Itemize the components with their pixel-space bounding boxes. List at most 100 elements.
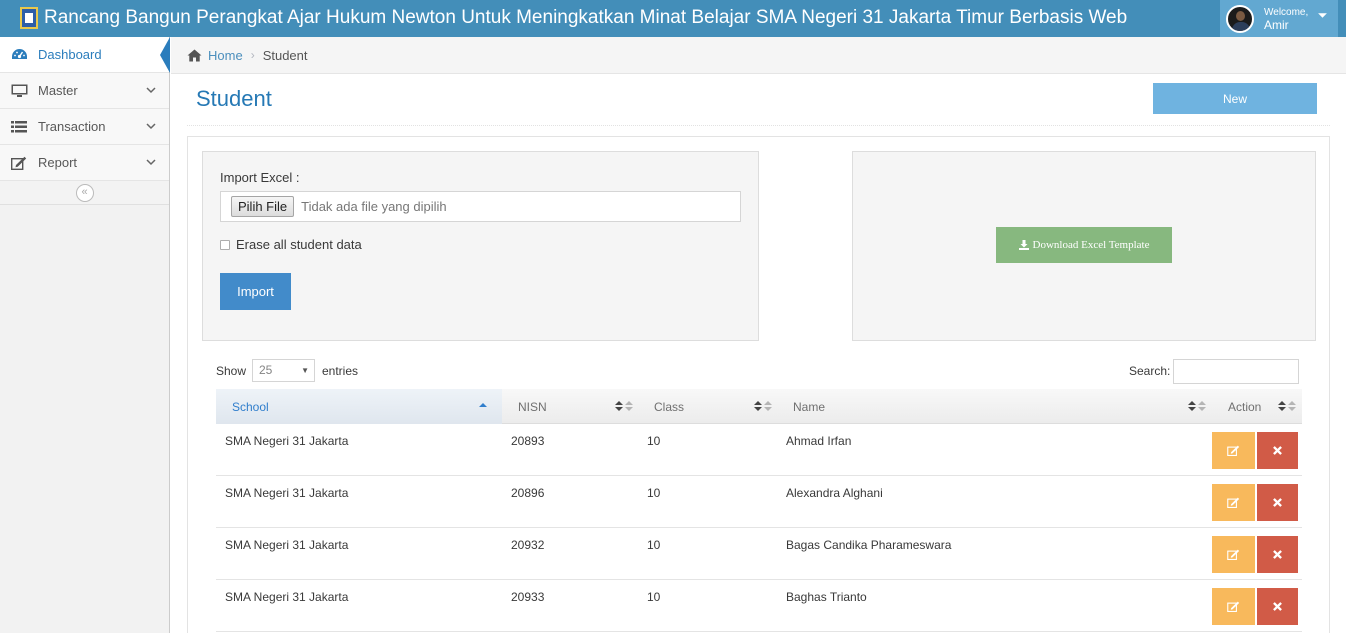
close-icon bbox=[1273, 602, 1282, 611]
file-name-text: Tidak ada file yang dipilih bbox=[301, 199, 447, 214]
breadcrumb-home-label: Home bbox=[208, 47, 243, 63]
import-button[interactable]: Import bbox=[220, 273, 291, 310]
sort-icon bbox=[1198, 401, 1206, 411]
cell-class: 10 bbox=[647, 486, 661, 500]
edit-icon bbox=[1227, 445, 1240, 456]
breadcrumb-current: Student bbox=[262, 47, 308, 63]
entries-label: entries bbox=[322, 364, 359, 378]
header-divider bbox=[187, 125, 1330, 126]
file-input[interactable]: Pilih File Tidak ada file yang dipilih bbox=[220, 191, 741, 222]
desktop-icon bbox=[10, 83, 28, 99]
sidebar-item-dashboard[interactable]: Dashboard bbox=[0, 37, 170, 73]
cell-name: Alexandra Alghani bbox=[786, 486, 883, 500]
sort-icon bbox=[1188, 401, 1196, 411]
user-menu[interactable]: Welcome, Amir bbox=[1220, 0, 1338, 37]
import-excel-label: Import Excel : bbox=[220, 170, 300, 185]
column-header-action[interactable]: Action bbox=[1216, 389, 1302, 424]
cell-school: SMA Negeri 31 Jakarta bbox=[225, 434, 349, 448]
close-icon bbox=[1273, 446, 1282, 455]
edit-button[interactable] bbox=[1212, 536, 1255, 573]
table-row: SMA Negeri 31 Jakarta 20893 10 Ahmad Irf… bbox=[216, 424, 1302, 476]
dashboard-icon bbox=[10, 47, 28, 63]
caret-down-icon bbox=[1317, 10, 1328, 24]
close-icon bbox=[1273, 498, 1282, 507]
sort-icon bbox=[625, 401, 633, 411]
breadcrumb: Home › Student bbox=[171, 37, 1346, 74]
user-info: Welcome, Amir bbox=[1264, 7, 1308, 31]
table-header: School NISN Class Name Action bbox=[216, 389, 1302, 424]
cell-class: 10 bbox=[647, 590, 661, 604]
sort-icon bbox=[1288, 401, 1296, 411]
sidebar-item-report[interactable]: Report bbox=[0, 145, 169, 181]
search-label: Search: bbox=[1129, 364, 1171, 378]
sort-icon bbox=[615, 401, 623, 411]
app-brand[interactable]: Rancang Bangun Perangkat Ajar Hukum Newt… bbox=[20, 4, 1127, 32]
double-chevron-left-icon[interactable]: « bbox=[75, 183, 94, 202]
cell-name: Baghas Trianto bbox=[786, 590, 867, 604]
chevron-down-icon bbox=[145, 84, 157, 96]
choose-file-button[interactable]: Pilih File bbox=[231, 196, 295, 217]
erase-checkbox[interactable] bbox=[220, 239, 230, 250]
cell-school: SMA Negeri 31 Jakarta bbox=[225, 538, 349, 552]
sort-icon bbox=[1278, 401, 1286, 411]
chevron-down-icon bbox=[145, 120, 157, 132]
caret-down-icon: ▼ bbox=[301, 366, 309, 375]
list-icon bbox=[10, 119, 28, 135]
breadcrumb-separator-icon: › bbox=[250, 48, 255, 62]
edit-icon bbox=[1227, 601, 1240, 612]
sort-asc-icon bbox=[479, 403, 487, 407]
delete-button[interactable] bbox=[1257, 484, 1298, 521]
table-row: SMA Negeri 31 Jakarta 20896 10 Alexandra… bbox=[216, 476, 1302, 528]
app-title: Rancang Bangun Perangkat Ajar Hukum Newt… bbox=[44, 7, 1128, 28]
table-row: SMA Negeri 31 Jakarta 20933 10 Baghas Tr… bbox=[216, 580, 1302, 632]
cell-nisn: 20933 bbox=[511, 590, 545, 604]
cell-nisn: 20893 bbox=[511, 434, 545, 448]
chevron-down-icon bbox=[145, 156, 157, 168]
column-label: NISN bbox=[518, 399, 547, 414]
cell-school: SMA Negeri 31 Jakarta bbox=[225, 486, 349, 500]
cell-school: SMA Negeri 31 Jakarta bbox=[225, 590, 349, 604]
delete-button[interactable] bbox=[1257, 588, 1298, 625]
edit-icon bbox=[1227, 549, 1240, 560]
entries-value: 25 bbox=[259, 363, 273, 377]
sort-icon bbox=[764, 401, 772, 411]
column-header-name[interactable]: Name bbox=[776, 389, 1216, 424]
column-header-school[interactable]: School bbox=[216, 389, 502, 424]
breadcrumb-home-link[interactable]: Home bbox=[187, 48, 243, 63]
delete-button[interactable] bbox=[1257, 432, 1298, 469]
sidebar: Dashboard Master Transaction Report « bbox=[0, 37, 170, 633]
school-logo-icon bbox=[20, 7, 38, 29]
column-header-nisn[interactable]: NISN bbox=[502, 389, 638, 424]
edit-button[interactable] bbox=[1212, 588, 1255, 625]
avatar bbox=[1226, 4, 1254, 33]
column-label: Action bbox=[1228, 399, 1262, 414]
new-button[interactable]: New bbox=[1153, 83, 1317, 114]
column-label: Class bbox=[654, 399, 685, 414]
user-name: Amir bbox=[1264, 17, 1289, 32]
edit-button[interactable] bbox=[1212, 432, 1255, 469]
column-label: Name bbox=[793, 399, 826, 414]
edit-button[interactable] bbox=[1212, 484, 1255, 521]
column-label: School bbox=[232, 399, 269, 414]
entries-select[interactable]: 25 ▼ bbox=[252, 359, 315, 382]
download-template-button[interactable]: Download Excel Template bbox=[996, 227, 1172, 263]
close-icon bbox=[1273, 550, 1282, 559]
sidebar-item-transaction[interactable]: Transaction bbox=[0, 109, 169, 145]
cell-name: Bagas Candika Pharameswara bbox=[786, 538, 952, 552]
sort-icon bbox=[754, 401, 762, 411]
welcome-text: Welcome, bbox=[1264, 6, 1309, 18]
page-title: Student bbox=[196, 86, 272, 111]
erase-option: Erase all student data bbox=[220, 237, 362, 252]
show-label: Show bbox=[216, 364, 247, 378]
sidebar-item-master[interactable]: Master bbox=[0, 73, 169, 109]
cell-nisn: 20932 bbox=[511, 538, 545, 552]
delete-button[interactable] bbox=[1257, 536, 1298, 573]
sidebar-item-label: Transaction bbox=[38, 119, 106, 134]
search-input[interactable] bbox=[1173, 359, 1299, 384]
edit-icon bbox=[1227, 497, 1240, 508]
home-icon bbox=[187, 49, 202, 61]
download-template-label: Download Excel Template bbox=[1032, 239, 1150, 251]
column-header-class[interactable]: Class bbox=[638, 389, 776, 424]
sidebar-item-label: Report bbox=[38, 155, 78, 170]
erase-label: Erase all student data bbox=[236, 237, 362, 252]
